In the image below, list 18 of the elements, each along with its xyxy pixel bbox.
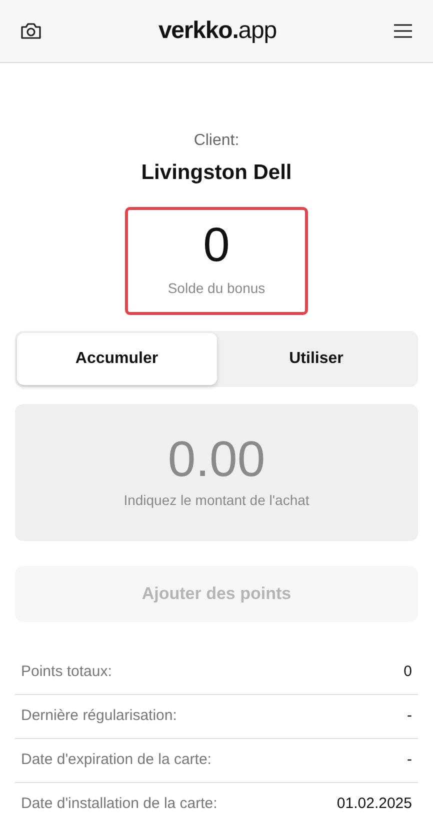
client-name: Livingston Dell (141, 160, 292, 186)
detail-label: Date d'expiration de la carte: (21, 750, 212, 770)
menu-icon[interactable] (392, 24, 413, 38)
tab[interactable]: Utiliser (216, 332, 416, 384)
bonus-label: Solde du bonus (168, 279, 266, 298)
tab[interactable]: Accumuler (17, 332, 216, 384)
detail-value: 0 (404, 662, 412, 682)
camera-icon[interactable] (20, 22, 42, 40)
client-label: Client: (194, 131, 240, 151)
detail-label: Points totaux: (21, 662, 112, 682)
logo: verkko.app (158, 16, 277, 46)
bonus-balance: 0 (203, 222, 230, 270)
detail-label: Date d'installation de la carte: (21, 794, 218, 814)
amount-hint: Indiquez le montant de l'achat (124, 490, 310, 510)
detail-value: 01.02.2025 (336, 794, 412, 814)
detail-value: - (407, 750, 412, 770)
detail-value: - (407, 706, 412, 726)
detail-label: Dernière régularisation: (21, 706, 177, 726)
